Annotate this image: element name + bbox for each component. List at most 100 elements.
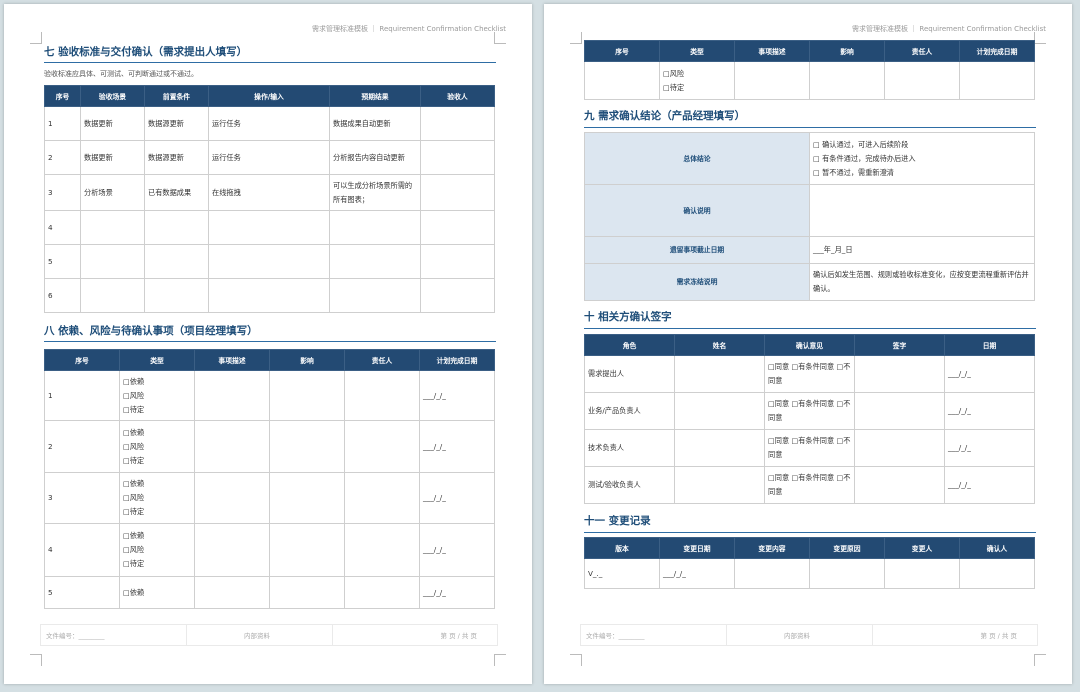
row-number: 2 [44, 420, 120, 473]
table-row: 技术负责人 □同意 □有条件同意 □不同意 ___/_/_ [584, 429, 1035, 467]
checkbox-option[interactable]: □待定 [123, 505, 191, 519]
checkbox-option[interactable]: □依赖 [123, 426, 191, 440]
table-row: 5 □依赖 ___/_/_ [44, 576, 495, 609]
column-header: 姓名 [674, 334, 765, 356]
table-cell [344, 576, 420, 609]
column-header: 变更日期 [659, 537, 735, 559]
column-header: 序号 [44, 85, 81, 107]
table-cell: V_._ [584, 558, 660, 589]
table-row: 5 [44, 244, 495, 279]
table-cell [344, 370, 420, 421]
type-checkboxes: □依赖 □风险 □待定 [119, 420, 195, 473]
table-cell: 5 [44, 244, 81, 279]
value-line[interactable]: □ 暂不通过，需重新澄清 [813, 166, 1031, 180]
type-checkboxes: □风险 □待定 [659, 61, 735, 100]
value-line[interactable]: □ 有条件通过，完成待办后进入 [813, 152, 1031, 166]
table-cell [208, 278, 330, 313]
page-footer: 文件编号：________ 内部资料 第 页 / 共 页 [40, 624, 498, 646]
conclusion-table: 总体结论 □ 确认通过，可进入后续阶段 □ 有条件通过，完成待办后进入 □ 暂不通过，… [584, 132, 1035, 301]
column-header: 责任人 [344, 349, 420, 371]
opinion-checkboxes[interactable]: □同意 □有条件同意 □不同意 [764, 429, 855, 467]
table-row: 3 □依赖 □风险 □待定 ___/_/_ [44, 472, 495, 524]
table-row: 遗留事项截止日期 ___年_月_日 [584, 236, 1035, 264]
checkbox-option[interactable]: □依赖 [123, 529, 191, 543]
footer-internal: 内部资料 [784, 632, 810, 640]
checkbox-option[interactable]: □待定 [123, 557, 191, 571]
type-checkboxes: □依赖 □风险 □待定 [119, 523, 195, 577]
checkbox-option[interactable]: □风险 [663, 67, 731, 81]
crop-mark [494, 32, 506, 44]
row-value: ___年_月_日 [809, 236, 1035, 264]
table-cell [80, 210, 145, 245]
table-row: 4 [44, 210, 495, 245]
table-cell [420, 278, 495, 313]
column-header: 变更原因 [809, 537, 885, 559]
checkbox-option[interactable]: □待定 [663, 81, 731, 95]
crop-mark [1034, 654, 1046, 666]
table-row: 4 □依赖 □风险 □待定 ___/_/_ [44, 523, 495, 577]
table-cell [269, 420, 345, 473]
table-cell [80, 278, 145, 313]
opinion-checkboxes[interactable]: □同意 □有条件同意 □不同意 [764, 466, 855, 504]
due-date: ___/_/_ [419, 472, 495, 524]
footer-page: 第 页 / 共 页 [440, 632, 477, 640]
value-line: ___年_月_日 [813, 245, 853, 254]
checkbox-option[interactable]: □待定 [123, 454, 191, 468]
table-row: 1 数据更新 数据源更新 运行任务 数据成果自动更新 [44, 106, 495, 141]
checkbox-option[interactable]: □风险 [123, 491, 191, 505]
crop-mark [30, 654, 42, 666]
checkbox-option[interactable]: □依赖 [123, 586, 191, 600]
footer-page: 第 页 / 共 页 [980, 632, 1017, 640]
opinion-checkboxes[interactable]: □同意 □有条件同意 □不同意 [764, 392, 855, 430]
value-line: 确认后如发生范围、规则或验收标准变化，应按变更流程重新评估并确认。 [813, 270, 1029, 293]
table-cell [420, 210, 495, 245]
checkbox-option[interactable]: □风险 [123, 440, 191, 454]
due-date: ___/_/_ [419, 523, 495, 577]
footer-doc-no: 文件编号：________ [586, 632, 645, 640]
section-11-title: 十一 变更记录 [584, 515, 651, 527]
section-divider [44, 341, 496, 342]
crop-mark [494, 654, 506, 666]
name-cell[interactable] [674, 429, 765, 467]
table-cell [344, 472, 420, 524]
page-header: 需求管理标准模板 ｜ Requirement Confirmation Chec… [851, 25, 1046, 33]
crop-mark [570, 32, 582, 44]
column-header: 类型 [119, 349, 195, 371]
checkbox-option[interactable]: □依赖 [123, 375, 191, 389]
name-cell[interactable] [674, 466, 765, 504]
table-row: 测试/验收负责人 □同意 □有条件同意 □不同意 ___/_/_ [584, 466, 1035, 504]
signature-cell[interactable] [854, 355, 945, 393]
acceptance-table: 序号 验收场景 前置条件 操作/输入 预期结果 验收人 1 数据更新 数据源更新 运行任务 数据成… [44, 85, 495, 313]
date-cell: ___/_/_ [944, 392, 1035, 430]
table-row: 需求提出人 □同意 □有条件同意 □不同意 ___/_/_ [584, 355, 1035, 393]
row-value: □ 确认通过，可进入后续阶段 □ 有条件通过，完成待办后进入 □ 暂不通过，需重新澄… [809, 132, 1035, 185]
role-cell: 测试/验收负责人 [584, 466, 675, 504]
table-cell: 运行任务 [208, 106, 330, 141]
name-cell[interactable] [674, 392, 765, 430]
checkbox-option[interactable]: □风险 [123, 389, 191, 403]
name-cell[interactable] [674, 355, 765, 393]
signature-cell[interactable] [854, 392, 945, 430]
table-cell [344, 523, 420, 577]
checkbox-option[interactable]: □风险 [123, 543, 191, 557]
signature-cell[interactable] [854, 429, 945, 467]
column-header: 类型 [659, 40, 735, 62]
table-cell [194, 420, 270, 473]
section-divider [584, 127, 1036, 128]
table-cell [329, 244, 421, 279]
table-row: 2 数据更新 数据源更新 运行任务 分析报告内容自动更新 [44, 140, 495, 175]
table-cell: 数据成果自动更新 [329, 106, 421, 141]
checkbox-option[interactable]: □依赖 [123, 477, 191, 491]
crop-mark [30, 32, 42, 44]
checkbox-option[interactable]: □待定 [123, 403, 191, 417]
column-header: 计划完成日期 [419, 349, 495, 371]
opinion-checkboxes[interactable]: □同意 □有条件同意 □不同意 [764, 355, 855, 393]
table-cell [329, 210, 421, 245]
table-row: 2 □依赖 □风险 □待定 ___/_/_ [44, 420, 495, 473]
signature-cell[interactable] [854, 466, 945, 504]
table-cell [80, 244, 145, 279]
type-checkboxes: □依赖 [119, 576, 195, 609]
value-line[interactable]: □ 确认通过，可进入后续阶段 [813, 138, 1031, 152]
column-header: 序号 [44, 349, 120, 371]
column-header: 验收人 [420, 85, 495, 107]
